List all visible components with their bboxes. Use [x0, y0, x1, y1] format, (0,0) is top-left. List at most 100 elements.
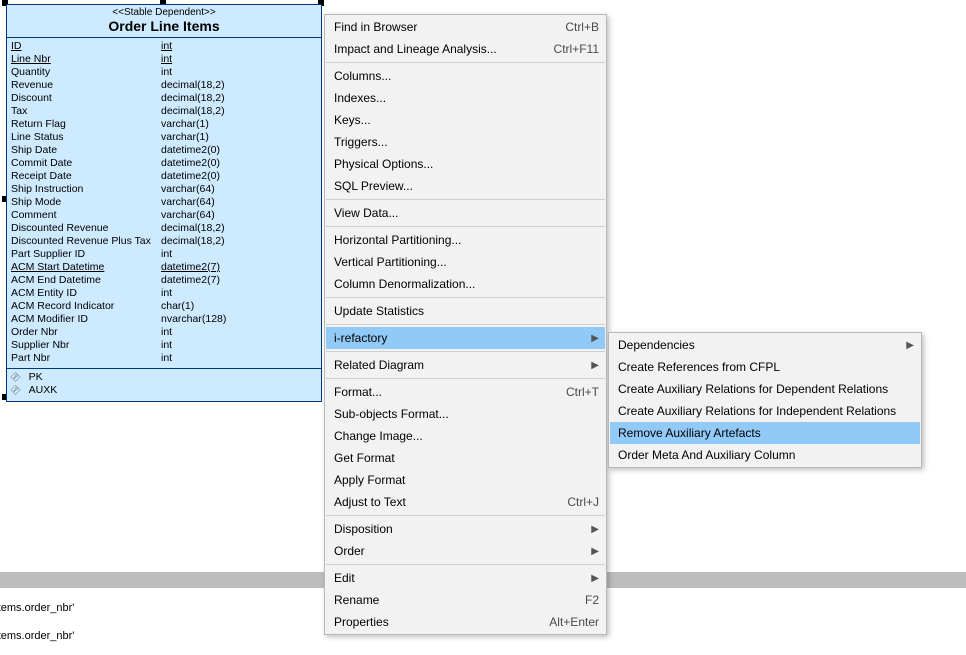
entity-columns: IDintLine NbrintQuantityintRevenuedecima…	[7, 38, 321, 369]
column-name: Discounted Revenue Plus Tax	[11, 235, 161, 248]
menu-item[interactable]: RenameF2	[326, 589, 605, 611]
entity-order-line-items[interactable]: <<Stable Dependent>> Order Line Items ID…	[6, 4, 322, 402]
menu-item-label: Rename	[334, 593, 585, 607]
column-row[interactable]: Commit Datedatetime2(0)	[11, 157, 317, 170]
menu-separator	[326, 297, 605, 298]
column-row[interactable]: Line Nbrint	[11, 53, 317, 66]
menu-item[interactable]: Impact and Lineage Analysis...Ctrl+F11	[326, 38, 605, 60]
column-row[interactable]: Ship Instructionvarchar(64)	[11, 183, 317, 196]
menu-item-label: SQL Preview...	[334, 179, 599, 193]
column-name: Receipt Date	[11, 170, 161, 183]
submenu-item-label: Create References from CFPL	[618, 360, 914, 374]
menu-item[interactable]: i-refactory▶	[326, 327, 605, 349]
submenu-item[interactable]: Order Meta And Auxiliary Column	[610, 444, 920, 466]
column-row[interactable]: Part Supplier IDint	[11, 248, 317, 261]
column-type: int	[161, 248, 243, 261]
menu-item-label: Edit	[334, 571, 591, 585]
column-row[interactable]: Taxdecimal(18,2)	[11, 105, 317, 118]
menu-item[interactable]: Adjust to TextCtrl+J	[326, 491, 605, 513]
menu-item-label: Adjust to Text	[334, 495, 567, 509]
menu-item[interactable]: Sub-objects Format...	[326, 403, 605, 425]
menu-item[interactable]: PropertiesAlt+Enter	[326, 611, 605, 633]
column-name: Line Status	[11, 131, 161, 144]
column-type: int	[161, 40, 243, 53]
column-row[interactable]: Revenuedecimal(18,2)	[11, 79, 317, 92]
menu-item-label: Apply Format	[334, 473, 599, 487]
submenu-arrow-icon: ▶	[591, 360, 599, 371]
key-row[interactable]: ⚿PK	[11, 371, 317, 384]
menu-item[interactable]: Order▶	[326, 540, 605, 562]
menu-item[interactable]: SQL Preview...	[326, 175, 605, 197]
column-name: ID	[11, 40, 161, 53]
menu-item-shortcut: Ctrl+B	[565, 20, 599, 34]
column-row[interactable]: Discountdecimal(18,2)	[11, 92, 317, 105]
column-row[interactable]: Supplier Nbrint	[11, 339, 317, 352]
column-name: Ship Instruction	[11, 183, 161, 196]
column-row[interactable]: ACM Entity IDint	[11, 287, 317, 300]
column-row[interactable]: ACM Modifier IDnvarchar(128)	[11, 313, 317, 326]
column-row[interactable]: Ship Modevarchar(64)	[11, 196, 317, 209]
menu-item[interactable]: Horizontal Partitioning...	[326, 229, 605, 251]
menu-item[interactable]: Columns...	[326, 65, 605, 87]
menu-item[interactable]: Format...Ctrl+T	[326, 381, 605, 403]
column-type: decimal(18,2)	[161, 222, 243, 235]
submenu-item[interactable]: Remove Auxiliary Artefacts	[610, 422, 920, 444]
menu-item-label: Indexes...	[334, 91, 599, 105]
column-row[interactable]: ACM End Datetimedatetime2(7)	[11, 274, 317, 287]
menu-item[interactable]: Vertical Partitioning...	[326, 251, 605, 273]
column-type: decimal(18,2)	[161, 92, 243, 105]
column-type: int	[161, 326, 243, 339]
menu-item[interactable]: Indexes...	[326, 87, 605, 109]
menu-item[interactable]: Find in BrowserCtrl+B	[326, 16, 605, 38]
menu-item[interactable]: Column Denormalization...	[326, 273, 605, 295]
menu-item[interactable]: Triggers...	[326, 131, 605, 153]
submenu-item[interactable]: Create Auxiliary Relations for Independe…	[610, 400, 920, 422]
menu-item[interactable]: Related Diagram▶	[326, 354, 605, 376]
column-row[interactable]: Receipt Datedatetime2(0)	[11, 170, 317, 183]
menu-item[interactable]: Apply Format	[326, 469, 605, 491]
menu-item[interactable]: View Data...	[326, 202, 605, 224]
column-row[interactable]: Discounted Revenuedecimal(18,2)	[11, 222, 317, 235]
column-row[interactable]: ACM Record Indicatorchar(1)	[11, 300, 317, 313]
column-type: int	[161, 352, 243, 365]
column-row[interactable]: Ship Datedatetime2(0)	[11, 144, 317, 157]
menu-item-label: Get Format	[334, 451, 599, 465]
column-name: Discounted Revenue	[11, 222, 161, 235]
entity-title: Order Line Items	[7, 18, 321, 34]
menu-item-label: Columns...	[334, 69, 599, 83]
menu-item-label: View Data...	[334, 206, 599, 220]
column-type: varchar(1)	[161, 131, 243, 144]
column-type: varchar(64)	[161, 196, 243, 209]
submenu-item[interactable]: Create References from CFPL	[610, 356, 920, 378]
column-type: decimal(18,2)	[161, 235, 243, 248]
menu-item-label: Impact and Lineage Analysis...	[334, 42, 554, 56]
menu-item[interactable]: Get Format	[326, 447, 605, 469]
column-row[interactable]: ACM Start Datetimedatetime2(7)	[11, 261, 317, 274]
menu-item-label: Find in Browser	[334, 20, 565, 34]
column-name: Commit Date	[11, 157, 161, 170]
menu-item[interactable]: Change Image...	[326, 425, 605, 447]
column-name: Ship Mode	[11, 196, 161, 209]
column-row[interactable]: Quantityint	[11, 66, 317, 79]
menu-item-shortcut: F2	[585, 593, 599, 607]
menu-item-label: Triggers...	[334, 135, 599, 149]
key-row[interactable]: ⚿AUXK	[11, 384, 317, 397]
column-row[interactable]: IDint	[11, 40, 317, 53]
column-row[interactable]: Return Flagvarchar(1)	[11, 118, 317, 131]
column-row[interactable]: Order Nbrint	[11, 326, 317, 339]
submenu-item[interactable]: Dependencies▶	[610, 334, 920, 356]
column-row[interactable]: Line Statusvarchar(1)	[11, 131, 317, 144]
menu-item[interactable]: Disposition▶	[326, 518, 605, 540]
submenu-item[interactable]: Create Auxiliary Relations for Dependent…	[610, 378, 920, 400]
context-menu[interactable]: Find in BrowserCtrl+BImpact and Lineage …	[324, 14, 607, 635]
menu-item[interactable]: Keys...	[326, 109, 605, 131]
menu-item[interactable]: Update Statistics	[326, 300, 605, 322]
menu-item[interactable]: Physical Options...	[326, 153, 605, 175]
column-row[interactable]: Commentvarchar(64)	[11, 209, 317, 222]
irefactory-submenu[interactable]: Dependencies▶ Create References from CFPL…	[608, 332, 922, 468]
column-row[interactable]: Part Nbrint	[11, 352, 317, 365]
menu-item[interactable]: Edit▶	[326, 567, 605, 589]
column-row[interactable]: Discounted Revenue Plus Taxdecimal(18,2)	[11, 235, 317, 248]
menu-item-label: i-refactory	[334, 331, 591, 345]
column-type: int	[161, 287, 243, 300]
